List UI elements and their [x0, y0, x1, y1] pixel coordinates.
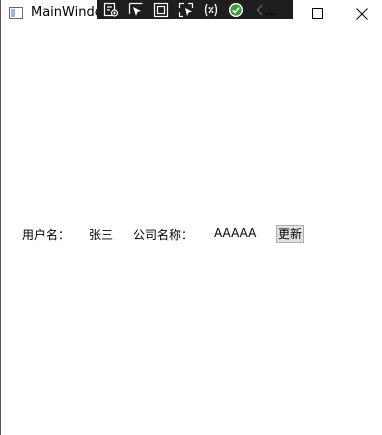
- close-button[interactable]: [339, 0, 382, 27]
- track-focus-icon[interactable]: [175, 0, 197, 19]
- display-layout-adorners-icon[interactable]: [150, 0, 172, 19]
- company-name-label: 公司名称：: [133, 228, 194, 242]
- close-icon: [356, 7, 368, 20]
- maximize-icon: [311, 8, 323, 19]
- app-window-icon: [9, 7, 23, 19]
- minimize-icon: [265, 13, 275, 14]
- minimize-button[interactable]: [247, 0, 293, 27]
- title-bar[interactable]: MainWindow: [1, 0, 382, 27]
- username-value: 张三: [89, 228, 114, 242]
- binding-failures-icon[interactable]: [200, 0, 222, 19]
- main-window: MainWindow: [0, 0, 382, 435]
- username-label: 用户名：: [22, 228, 71, 242]
- select-element-icon[interactable]: [125, 0, 147, 19]
- update-button[interactable]: 更新: [276, 225, 305, 243]
- live-visual-tree-icon[interactable]: [100, 0, 122, 19]
- maximize-button[interactable]: [294, 0, 340, 27]
- company-name-value: AAAAA: [214, 226, 257, 240]
- window-title: MainWindow: [31, 5, 97, 20]
- user-info-row: 用户名： 张三 公司名称： AAAAA 更新: [1, 222, 382, 246]
- hot-reload-ok-icon[interactable]: [225, 0, 247, 19]
